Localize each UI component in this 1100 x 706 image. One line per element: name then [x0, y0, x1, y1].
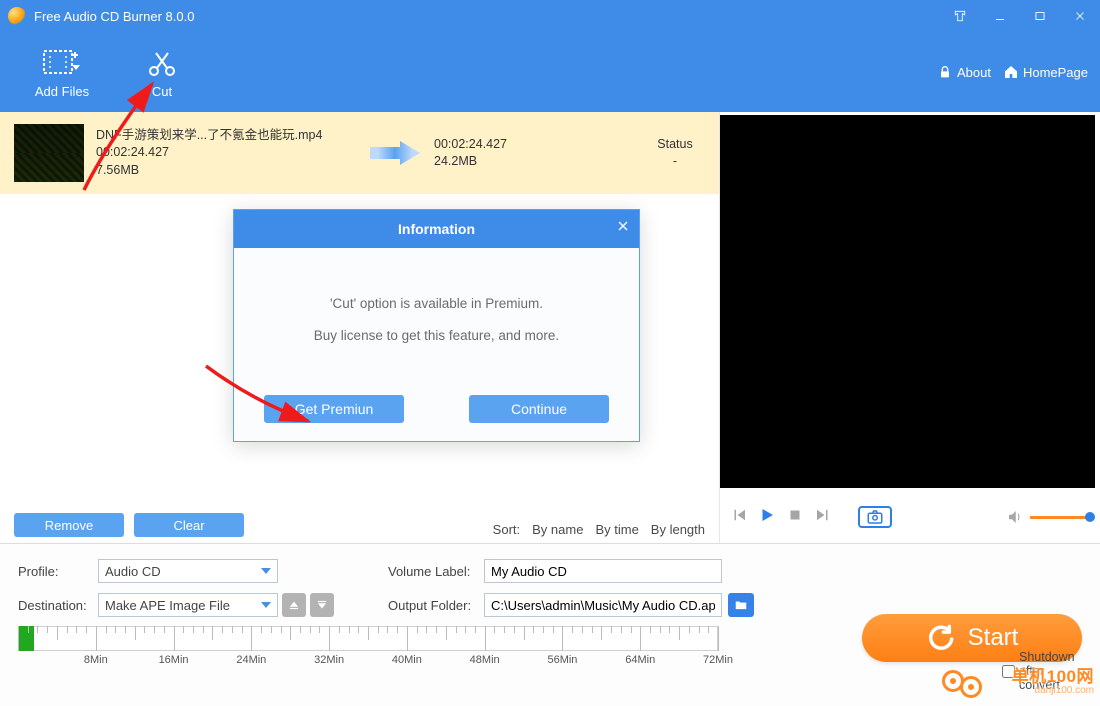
- file-name: DNF手游策划来学...了不氪金也能玩.mp4: [96, 127, 356, 145]
- shutdown-checkbox[interactable]: Shutdown after convert: [1002, 650, 1082, 692]
- homepage-label: HomePage: [1023, 65, 1088, 80]
- app-title: Free Audio CD Burner 8.0.0: [34, 9, 940, 24]
- next-button[interactable]: [814, 506, 832, 529]
- sort-by-length[interactable]: By length: [651, 522, 705, 537]
- cut-button[interactable]: Cut: [112, 46, 212, 99]
- eject-button[interactable]: [282, 593, 306, 617]
- volume-label-input[interactable]: [484, 559, 722, 583]
- homepage-link[interactable]: HomePage: [1003, 64, 1088, 80]
- sort-label: Sort:: [493, 522, 520, 537]
- timeline-tick-label: 64Min: [625, 654, 655, 666]
- status-value: -: [645, 153, 705, 171]
- clear-button[interactable]: Clear: [134, 513, 244, 537]
- start-label: Start: [968, 624, 1019, 652]
- remove-button[interactable]: Remove: [14, 513, 124, 537]
- file-out-duration: 00:02:24.427: [434, 136, 564, 154]
- dialog-line2: Buy license to get this feature, and mor…: [252, 320, 621, 352]
- timeline-tick-label: 24Min: [236, 654, 266, 666]
- volume-control[interactable]: [1006, 508, 1090, 526]
- minimize-button[interactable]: [980, 0, 1020, 32]
- get-premium-button[interactable]: Get Premiun: [264, 395, 404, 423]
- dialog-line1: 'Cut' option is available in Premium.: [252, 288, 621, 320]
- disc-timeline: 8Min16Min24Min32Min40Min48Min56Min64Min7…: [18, 626, 718, 666]
- volume-label-label: Volume Label:: [388, 564, 484, 579]
- close-button[interactable]: [1060, 0, 1100, 32]
- file-thumbnail: [14, 124, 84, 182]
- sort-by-time[interactable]: By time: [595, 522, 638, 537]
- timeline-tick-label: 72Min: [703, 654, 733, 666]
- preview-pane: [720, 112, 1100, 543]
- dialog-header: Information: [234, 210, 639, 248]
- transcode-arrow-icon: [370, 141, 420, 165]
- snapshot-button[interactable]: [858, 506, 892, 528]
- sort-by-name[interactable]: By name: [532, 522, 583, 537]
- dialog-close-button[interactable]: [615, 218, 631, 237]
- timeline-tick-label: 40Min: [392, 654, 422, 666]
- file-source-meta: DNF手游策划来学...了不氪金也能玩.mp4 00:02:24.427 7.5…: [96, 127, 356, 180]
- timeline-tick-label: 8Min: [84, 654, 108, 666]
- title-bar: Free Audio CD Burner 8.0.0: [0, 0, 1100, 32]
- sort-bar: Sort: By name By time By length: [493, 522, 705, 537]
- playback-controls: [720, 497, 1100, 537]
- timeline-tick-label: 32Min: [314, 654, 344, 666]
- home-icon: [1003, 64, 1019, 80]
- file-output-meta: 00:02:24.427 24.2MB: [434, 136, 564, 171]
- maximize-button[interactable]: [1020, 0, 1060, 32]
- about-label: About: [957, 65, 991, 80]
- destination-label: Destination:: [18, 598, 98, 613]
- file-out-size: 24.2MB: [434, 153, 564, 171]
- erase-button[interactable]: [310, 593, 334, 617]
- main-toolbar: Add Files Cut About HomePage: [0, 32, 1100, 112]
- timeline-tick-label: 48Min: [470, 654, 500, 666]
- information-dialog: Information 'Cut' option is available in…: [233, 209, 640, 442]
- file-src-size: 7.56MB: [96, 162, 356, 180]
- timeline-tick-label: 16Min: [159, 654, 189, 666]
- settings-panel: Profile: Audio CD Volume Label: Destinat…: [0, 543, 1100, 706]
- dialog-title: Information: [398, 221, 475, 237]
- scissors-icon: [142, 46, 182, 80]
- browse-folder-button[interactable]: [728, 593, 754, 617]
- close-icon: [615, 218, 631, 234]
- output-folder-input[interactable]: [484, 593, 722, 617]
- refresh-icon: [926, 624, 954, 652]
- shutdown-input[interactable]: [1002, 665, 1015, 678]
- profile-label: Profile:: [18, 564, 98, 579]
- status-label: Status: [645, 136, 705, 154]
- chevron-down-icon: [261, 602, 271, 608]
- cut-label: Cut: [152, 84, 172, 99]
- prev-button[interactable]: [730, 506, 748, 529]
- destination-combo[interactable]: Make APE Image File: [98, 593, 278, 617]
- skin-button[interactable]: [940, 0, 980, 32]
- file-src-duration: 00:02:24.427: [96, 144, 356, 162]
- chevron-down-icon: [261, 568, 271, 574]
- volume-slider[interactable]: [1030, 516, 1090, 519]
- play-button[interactable]: [758, 506, 776, 529]
- file-row[interactable]: DNF手游策划来学...了不氪金也能玩.mp4 00:02:24.427 7.5…: [0, 112, 719, 194]
- timeline-tick-label: 56Min: [547, 654, 577, 666]
- lock-icon: [937, 64, 953, 80]
- continue-button[interactable]: Continue: [469, 395, 609, 423]
- dialog-body: 'Cut' option is available in Premium. Bu…: [234, 248, 639, 377]
- output-folder-label: Output Folder:: [388, 598, 484, 613]
- app-logo-icon: [8, 7, 26, 25]
- add-files-label: Add Files: [35, 84, 89, 99]
- destination-value: Make APE Image File: [105, 598, 230, 613]
- speaker-icon: [1006, 508, 1024, 526]
- about-link[interactable]: About: [937, 64, 991, 80]
- profile-value: Audio CD: [105, 564, 161, 579]
- film-add-icon: [42, 46, 82, 80]
- shutdown-label: Shutdown after convert: [1019, 650, 1082, 692]
- stop-button[interactable]: [786, 506, 804, 529]
- file-status: Status -: [645, 136, 705, 171]
- profile-combo[interactable]: Audio CD: [98, 559, 278, 583]
- video-preview: [720, 115, 1095, 488]
- add-files-button[interactable]: Add Files: [12, 46, 112, 99]
